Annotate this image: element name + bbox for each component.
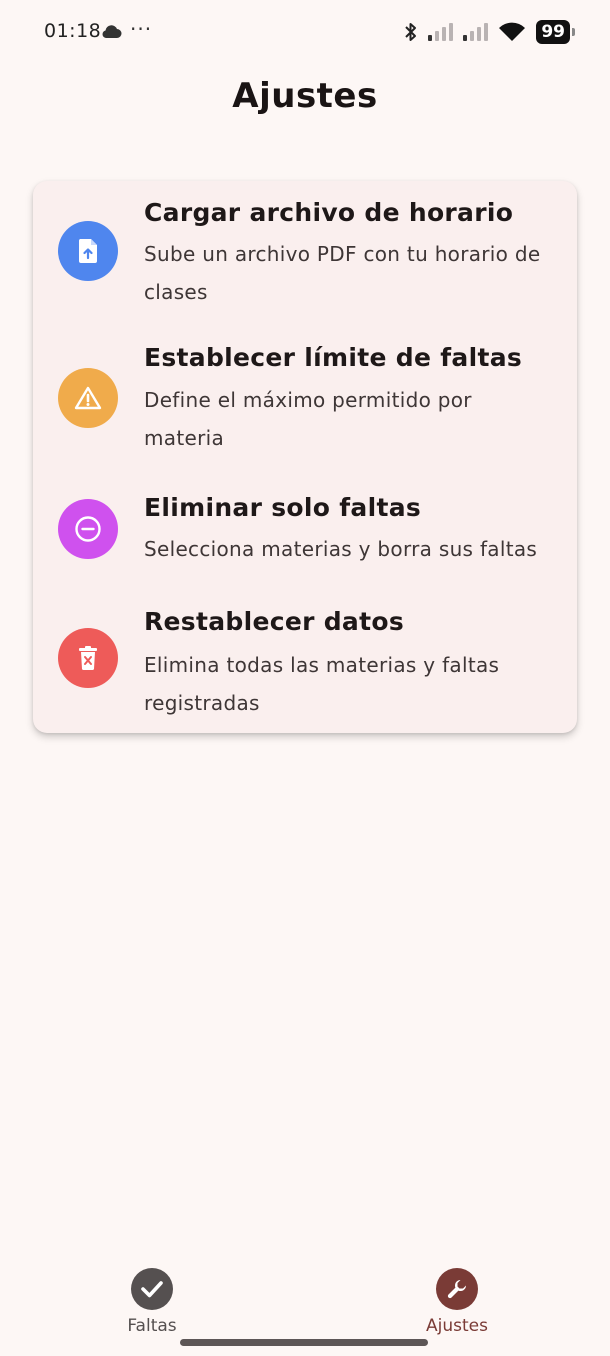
wifi-icon <box>499 22 526 41</box>
minus-circle-icon-circle <box>58 499 118 559</box>
wrench-icon <box>447 1280 467 1299</box>
settings-item-description: Define el máximo permitido por materia <box>144 388 472 450</box>
nav-item-ajustes[interactable]: Ajustes <box>397 1268 517 1336</box>
check-circle-icon-circle <box>131 1268 173 1310</box>
nav-label: Ajustes <box>426 1316 488 1336</box>
settings-item-title: Establecer límite de faltas <box>144 343 523 372</box>
delete-icon <box>79 646 97 671</box>
settings-item-delete-absences[interactable]: Eliminar solo faltas Selecciona materias… <box>33 476 577 576</box>
nav-item-faltas[interactable]: Faltas <box>92 1268 212 1336</box>
battery-icon: 99 <box>536 20 575 44</box>
settings-item-absence-limit[interactable]: Establecer límite de faltas Define el má… <box>33 326 577 466</box>
delete-icon-circle <box>58 628 118 688</box>
settings-card: Cargar archivo de horario Sube un archiv… <box>33 181 577 733</box>
cloud-icon <box>102 25 122 38</box>
settings-item-title: Cargar archivo de horario <box>144 198 514 227</box>
warning-icon <box>74 386 102 410</box>
status-time: 01:18 <box>44 20 102 42</box>
home-indicator <box>180 1339 428 1346</box>
signal-icon <box>463 23 489 41</box>
settings-item-description: Sube un archivo PDF con tu horario de cl… <box>144 242 541 304</box>
minus-circle-icon <box>75 516 101 542</box>
file-upload-icon <box>78 239 97 263</box>
status-more-dots: ··· <box>130 17 153 41</box>
warning-icon-circle <box>58 368 118 428</box>
status-bar: 01:18 ··· 99 <box>0 0 610 64</box>
settings-item-description: Selecciona materias y borra sus faltas <box>144 537 538 561</box>
status-right-icons: 99 <box>404 18 575 46</box>
settings-item-title: Eliminar solo faltas <box>144 493 422 522</box>
check-circle-icon <box>141 1281 163 1298</box>
settings-item-upload-schedule[interactable]: Cargar archivo de horario Sube un archiv… <box>33 181 577 321</box>
bluetooth-icon <box>405 23 417 41</box>
wrench-icon-circle <box>436 1268 478 1310</box>
nav-label: Faltas <box>127 1316 177 1336</box>
file-upload-icon-circle <box>58 221 118 281</box>
signal-icon <box>428 23 454 41</box>
settings-item-description: Elimina todas las materias y faltas regi… <box>144 653 500 715</box>
page-title: Ajustes <box>232 76 378 116</box>
settings-item-reset-data[interactable]: Restablecer datos Elimina todas las mate… <box>33 590 577 730</box>
settings-item-title: Restablecer datos <box>144 607 405 636</box>
